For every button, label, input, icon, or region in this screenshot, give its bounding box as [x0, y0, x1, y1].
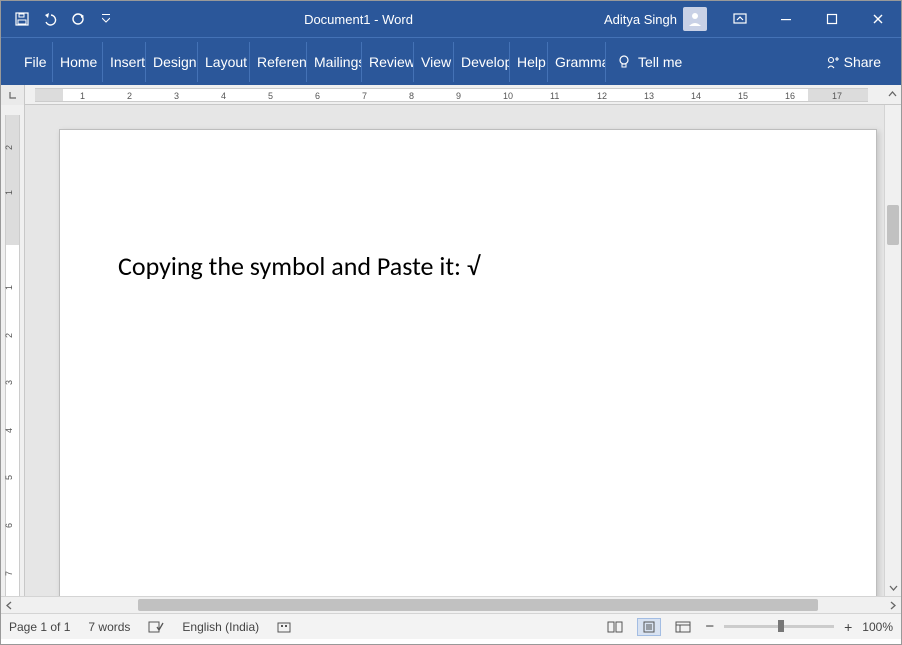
left-margin-indicator — [35, 89, 63, 101]
word-count[interactable]: 7 words — [88, 620, 130, 634]
tab-grammarly[interactable]: Grammarly — [548, 42, 606, 82]
maximize-button[interactable] — [809, 1, 855, 37]
scroll-right-arrow[interactable] — [884, 597, 901, 613]
scroll-up-arrow[interactable] — [884, 85, 901, 105]
tell-me-search[interactable]: Tell me — [606, 54, 692, 70]
print-layout-button[interactable] — [637, 618, 661, 636]
vertical-scrollbar[interactable] — [884, 105, 901, 596]
tab-view[interactable]: View — [414, 42, 454, 82]
tab-file[interactable]: File — [17, 42, 53, 82]
title-bar: Document1 - Word Aditya Singh — [1, 1, 901, 37]
horizontal-scrollbar-track[interactable] — [138, 597, 884, 613]
zoom-level[interactable]: 100% — [862, 620, 893, 634]
window-title: Document1 - Word — [119, 12, 598, 27]
zoom-slider-knob[interactable] — [778, 620, 784, 632]
status-bar: Page 1 of 1 7 words English (India) − + … — [1, 613, 901, 639]
user-name[interactable]: Aditya Singh — [598, 12, 683, 27]
ribbon-display-button[interactable] — [717, 1, 763, 37]
horizontal-scrollbar[interactable] — [1, 596, 901, 613]
save-button[interactable] — [9, 6, 35, 32]
close-button[interactable] — [855, 1, 901, 37]
tab-mailings[interactable]: Mailings — [307, 42, 362, 82]
tab-review[interactable]: Review — [362, 42, 414, 82]
horizontal-ruler-track[interactable]: 1234567891011121314151617 — [35, 88, 868, 102]
top-margin-indicator — [6, 115, 19, 245]
tab-insert[interactable]: Insert — [103, 42, 146, 82]
vertical-scrollbar-thumb[interactable] — [887, 205, 899, 245]
scroll-left-arrow[interactable] — [1, 597, 18, 613]
tab-home[interactable]: Home — [53, 42, 103, 82]
tab-layout[interactable]: Layout — [198, 42, 250, 82]
web-layout-button[interactable] — [671, 618, 695, 636]
vertical-ruler-track[interactable]: 211234567 — [5, 115, 20, 596]
tab-selector[interactable] — [1, 85, 25, 105]
spell-check-button[interactable] — [148, 620, 164, 634]
zoom-out-button[interactable]: − — [705, 618, 714, 635]
ribbon-tabs: File Home Insert Design Layout Reference… — [1, 37, 901, 85]
app-name: Word — [382, 12, 413, 27]
tab-help[interactable]: Help — [510, 42, 548, 82]
tell-me-label: Tell me — [638, 54, 682, 70]
share-label: Share — [844, 54, 881, 70]
share-icon — [826, 55, 840, 69]
tab-design[interactable]: Design — [146, 42, 198, 82]
lightbulb-icon — [616, 54, 632, 70]
main-area: 211234567 Copying the symbol and Paste i… — [1, 105, 901, 596]
share-button[interactable]: Share — [816, 54, 891, 70]
redo-button[interactable] — [65, 6, 91, 32]
scroll-down-arrow[interactable] — [885, 579, 902, 596]
document-area[interactable]: Copying the symbol and Paste it: √ — [25, 105, 884, 596]
zoom-slider[interactable] — [724, 625, 834, 628]
undo-button[interactable] — [37, 6, 63, 32]
customize-toolbar-button[interactable] — [93, 6, 119, 32]
read-mode-button[interactable] — [603, 618, 627, 636]
macro-button[interactable] — [277, 620, 291, 634]
page-indicator[interactable]: Page 1 of 1 — [9, 620, 70, 634]
title-bar-right: Aditya Singh — [598, 1, 901, 37]
document-text[interactable]: Copying the symbol and Paste it: √ — [118, 250, 818, 282]
horizontal-ruler[interactable]: 1234567891011121314151617 — [1, 85, 901, 105]
user-avatar[interactable] — [683, 7, 707, 31]
page[interactable]: Copying the symbol and Paste it: √ — [59, 129, 877, 596]
vertical-ruler[interactable]: 211234567 — [1, 105, 25, 596]
minimize-button[interactable] — [763, 1, 809, 37]
quick-access-toolbar — [1, 6, 119, 32]
zoom-in-button[interactable]: + — [844, 619, 852, 635]
tab-references[interactable]: References — [250, 42, 307, 82]
status-bar-right: − + 100% — [603, 618, 893, 636]
tab-developer[interactable]: Developer — [454, 42, 510, 82]
language-indicator[interactable]: English (India) — [182, 620, 259, 634]
horizontal-scrollbar-thumb[interactable] — [138, 599, 818, 611]
document-name: Document1 — [304, 12, 370, 27]
